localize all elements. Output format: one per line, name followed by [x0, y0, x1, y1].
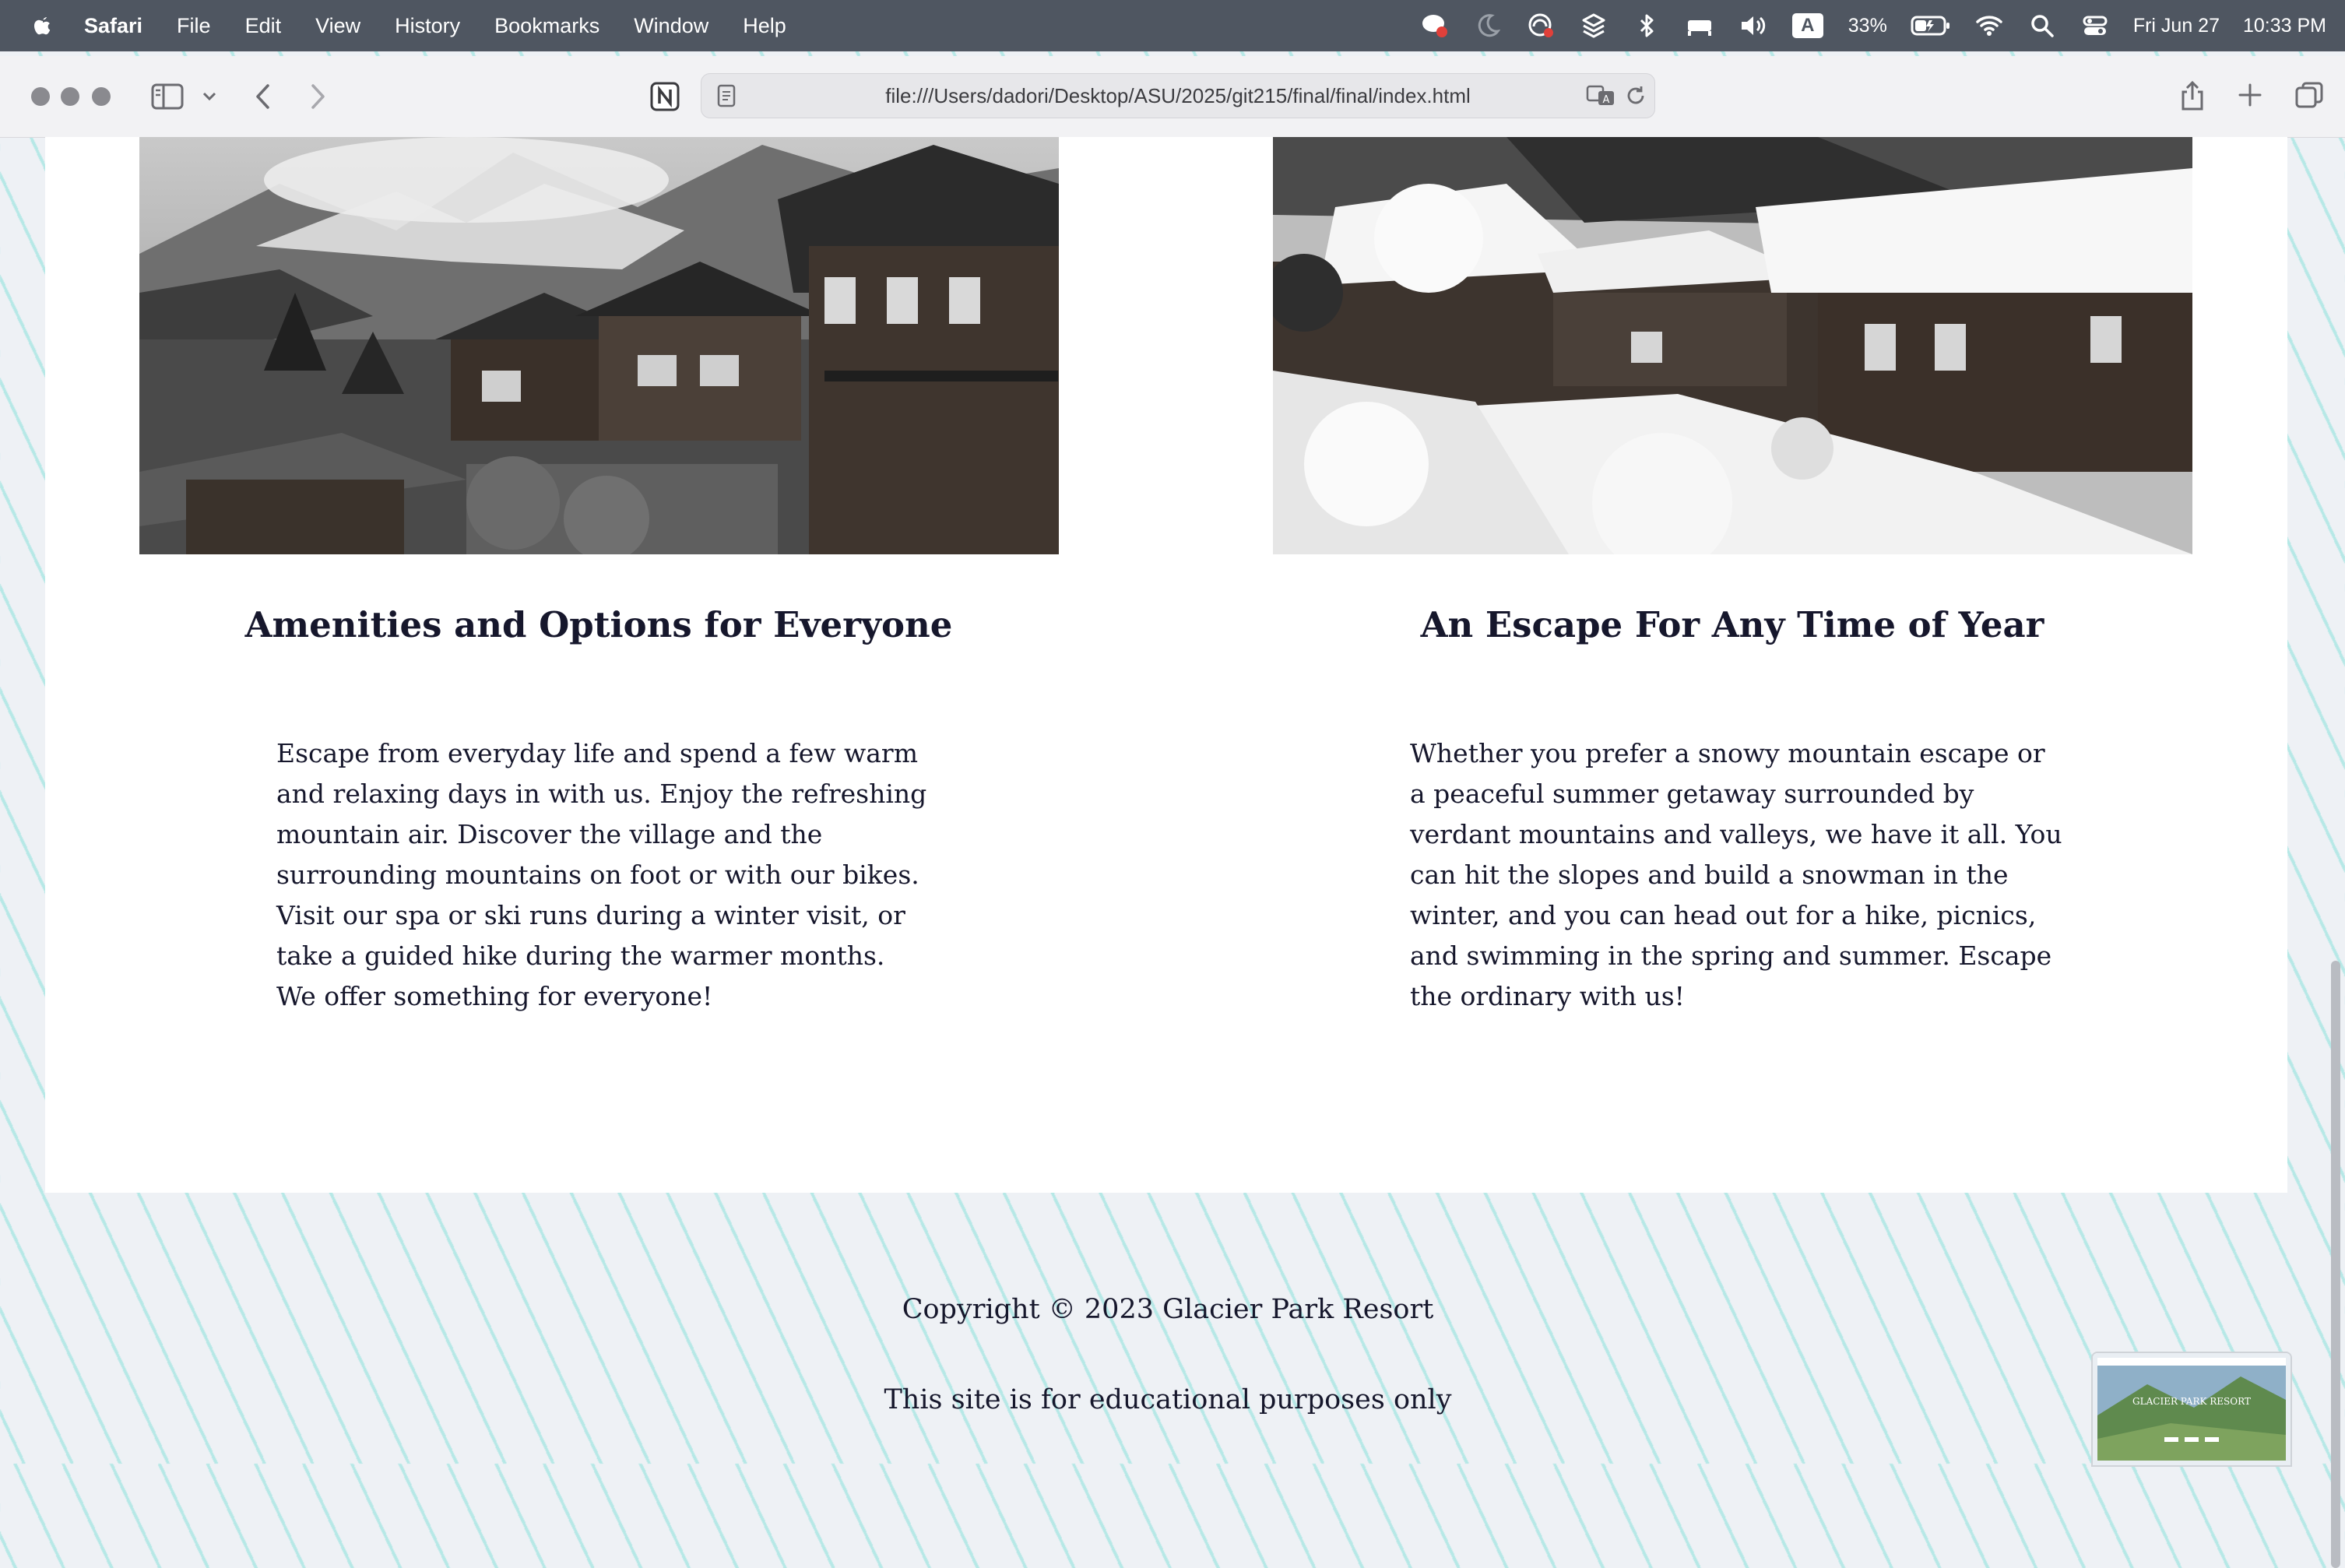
new-tab-icon[interactable]: [2234, 79, 2266, 111]
menu-edit[interactable]: Edit: [245, 14, 282, 38]
menu-file[interactable]: File: [177, 14, 211, 38]
time-label: 10:33 PM: [2242, 14, 2326, 37]
vpn-status-icon[interactable]: [1526, 11, 1556, 40]
browser-toolbar: file:///Users/dadori/Desktop/ASU/2025/gi…: [0, 56, 2345, 138]
share-icon[interactable]: [2177, 78, 2208, 114]
bluetooth-icon[interactable]: [1632, 11, 1661, 40]
battery-icon[interactable]: [1911, 11, 1951, 40]
footer-disclaimer: This site is for educational purposes on…: [884, 1384, 1452, 1415]
main-content: Amenities and Options for Everyone An Es…: [45, 137, 2287, 1193]
input-source-icon[interactable]: A: [1791, 11, 1825, 40]
window-minimize-button[interactable]: [61, 87, 79, 106]
menu-app-safari[interactable]: Safari: [84, 14, 142, 38]
volume-icon[interactable]: [1738, 11, 1767, 40]
screenshot-thumbnail[interactable]: GLACIER PARK RESORT: [2091, 1352, 2292, 1467]
menu-bar: Safari File Edit View History Bookmarks …: [0, 0, 2345, 51]
forward-button[interactable]: [304, 79, 332, 114]
layers-icon[interactable]: [1579, 11, 1608, 40]
menu-window[interactable]: Window: [634, 14, 708, 38]
menu-extras: A 33% Fri Jun 27 10:33 PM: [1420, 0, 2326, 51]
notion-extension-icon[interactable]: [649, 81, 680, 112]
thumbnail-title: GLACIER PARK RESORT: [2132, 1396, 2251, 1407]
apple-logo-icon[interactable]: [30, 12, 56, 39]
address-bar[interactable]: file:///Users/dadori/Desktop/ASU/2025/gi…: [701, 73, 1655, 118]
screen-recording-icon[interactable]: [1420, 11, 1450, 40]
tab-overview-icon[interactable]: [2292, 79, 2326, 111]
sidebar-toggle-icon[interactable]: [149, 79, 185, 114]
escape-heading: An Escape For Any Time of Year: [1420, 604, 2044, 645]
window-close-button[interactable]: [31, 87, 50, 106]
chevron-down-icon[interactable]: [199, 83, 220, 111]
menu-view[interactable]: View: [315, 14, 360, 38]
escape-paragraph: Whether you prefer a snowy mountain esca…: [1410, 738, 2062, 1011]
back-button[interactable]: [249, 79, 277, 114]
reload-icon[interactable]: [1623, 83, 1648, 108]
date-label: Fri Jun 27: [2132, 14, 2220, 37]
chalet-village-photo: [139, 137, 1059, 554]
spotlight-search-icon[interactable]: [2027, 11, 2057, 40]
control-center-icon[interactable]: [2080, 11, 2110, 40]
page-scrollbar[interactable]: [2322, 137, 2345, 1568]
svg-text:A: A: [1603, 94, 1610, 106]
footer-copyright: Copyright © 2023 Glacier Park Resort: [902, 1294, 1434, 1325]
menu-help[interactable]: Help: [743, 14, 786, 38]
menu-bookmarks[interactable]: Bookmarks: [494, 14, 599, 38]
amenities-paragraph: Escape from everyday life and spend a fe…: [276, 738, 927, 1011]
amenities-heading: Amenities and Options for Everyone: [244, 604, 953, 645]
moon-icon[interactable]: [1473, 11, 1503, 40]
thumbnail-preview-image: GLACIER PARK RESORT: [2093, 1353, 2291, 1465]
battery-percent: 33%: [1848, 14, 1887, 37]
sleep-bed-icon[interactable]: [1685, 11, 1714, 40]
snowy-village-photo: [1273, 137, 2192, 554]
translate-icon[interactable]: A: [1586, 83, 1617, 108]
url-text: file:///Users/dadori/Desktop/ASU/2025/gi…: [885, 84, 1471, 107]
window-zoom-button[interactable]: [92, 87, 111, 106]
scrollbar-thumb[interactable]: [2331, 961, 2340, 1568]
wifi-icon[interactable]: [1974, 11, 2004, 40]
input-source-label: A: [1791, 13, 1823, 38]
menu-history[interactable]: History: [395, 14, 460, 38]
